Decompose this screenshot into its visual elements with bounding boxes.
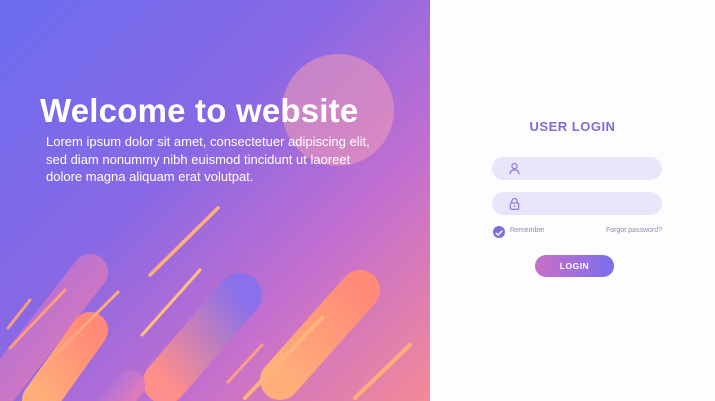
login-title: USER LOGIN	[529, 119, 616, 134]
password-input[interactable]	[528, 192, 656, 217]
forgot-password-link[interactable]: Forgot password?	[606, 227, 662, 234]
hero-panel: Welcome to website Lorem ipsum dolor sit…	[0, 0, 430, 401]
user-icon	[509, 163, 520, 175]
hero-title: Welcome to website	[40, 92, 359, 129]
hero-description: Lorem ipsum dolor sit amet, consectetuer…	[46, 134, 370, 184]
login-button[interactable]: LOGIN	[535, 255, 614, 277]
remember-label[interactable]: Remember	[510, 227, 545, 234]
username-input[interactable]	[528, 157, 656, 182]
password-field[interactable]	[492, 192, 662, 217]
check-icon	[495, 230, 503, 236]
decorative-shapes	[0, 54, 412, 401]
lock-icon	[509, 198, 520, 210]
remember-checkbox[interactable]	[493, 226, 505, 238]
username-field[interactable]	[492, 157, 662, 182]
